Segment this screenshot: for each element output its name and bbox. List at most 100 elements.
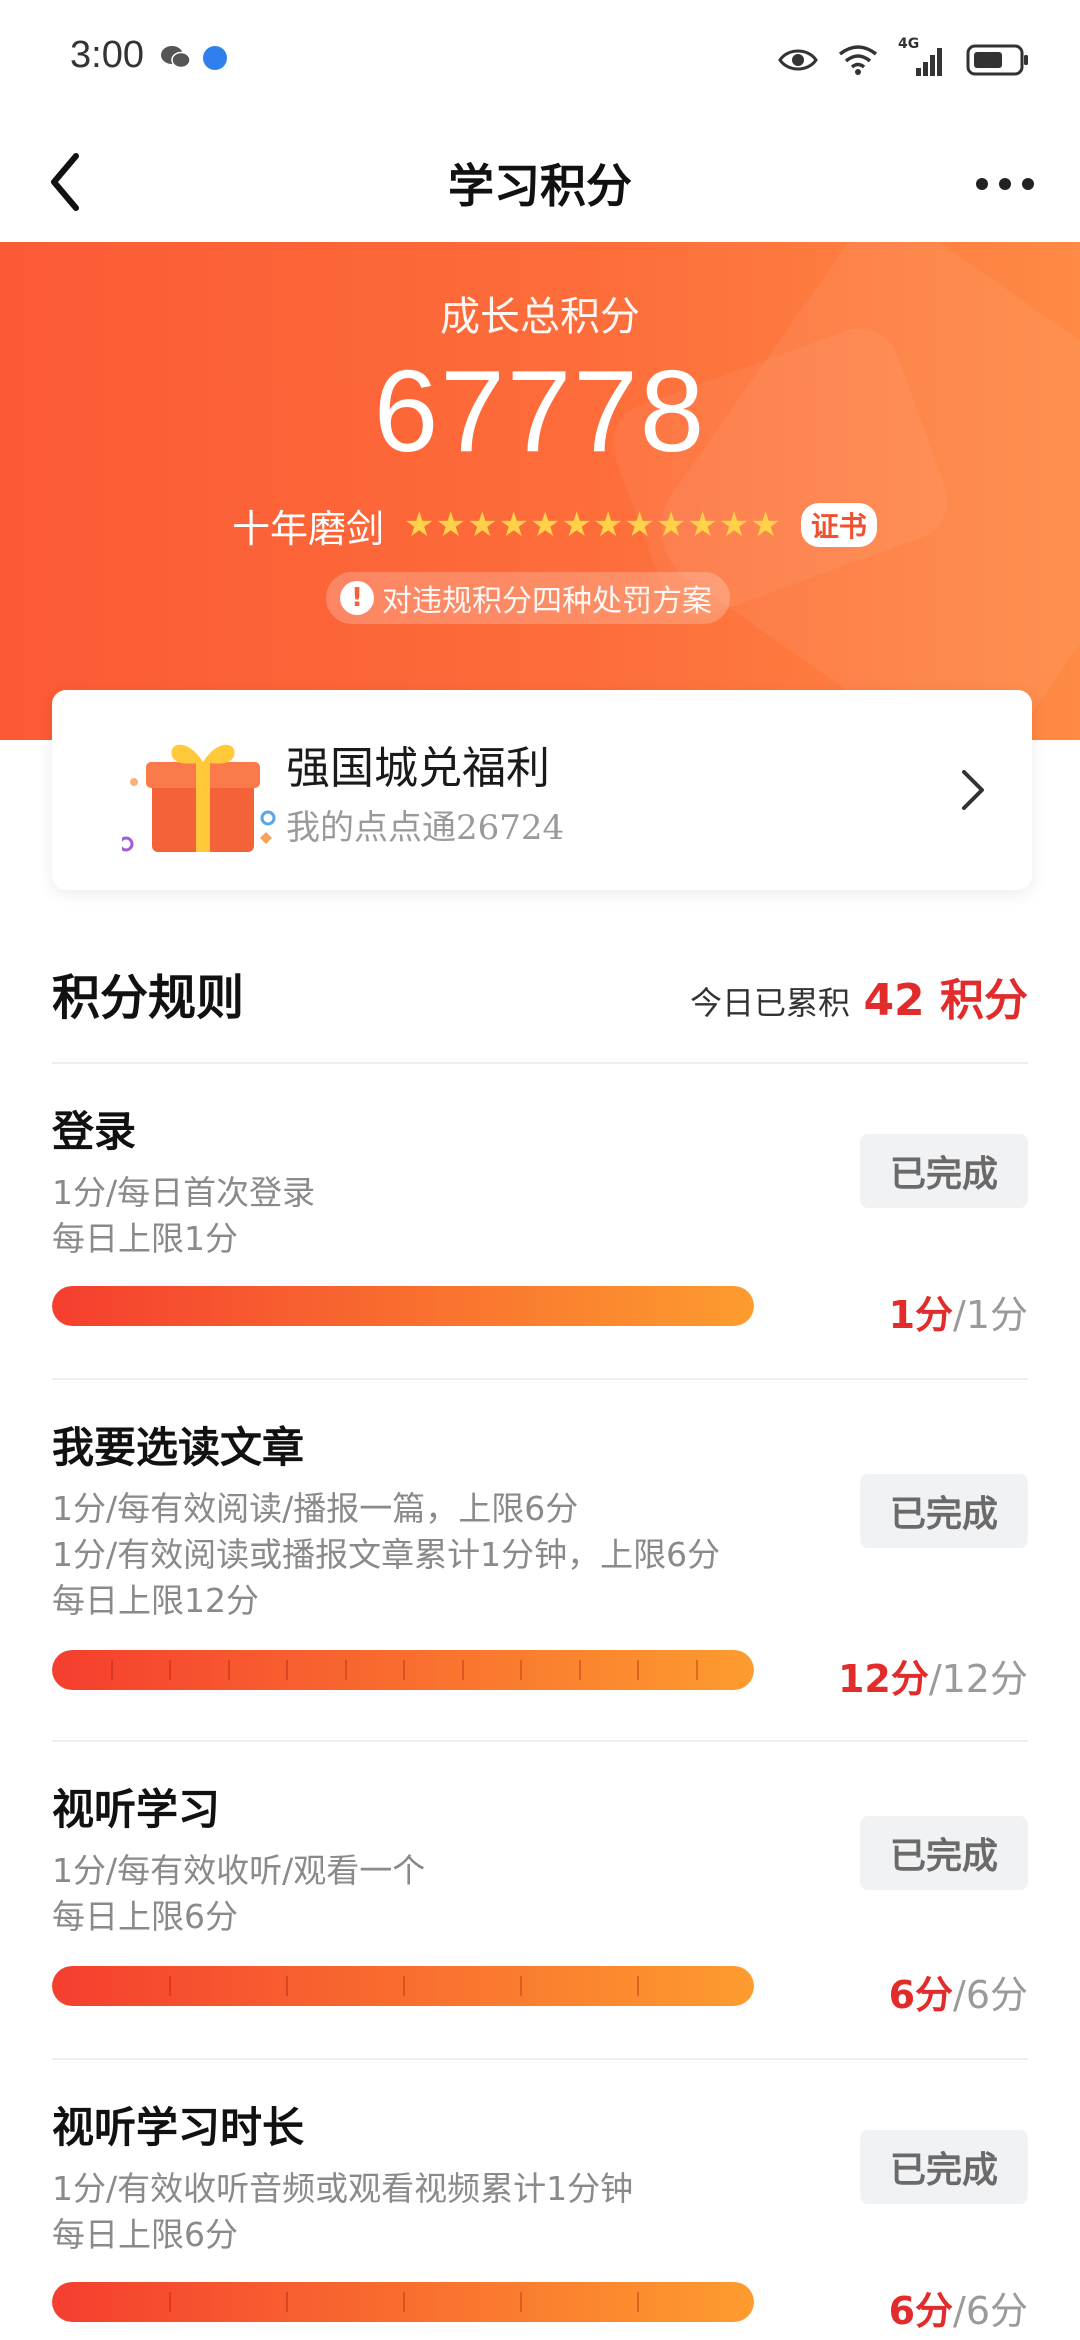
rules-header: 积分规则 今日已累积 42 积分 xyxy=(52,950,1028,1030)
progress-segment-tick xyxy=(286,1976,288,1996)
task-score: 12分/12分 xyxy=(838,1648,1028,1703)
star-icon: ★ xyxy=(529,505,561,545)
divider xyxy=(52,1062,1028,1064)
task-name: 登录 xyxy=(52,1107,137,1156)
today-points-label: 今日已累积 xyxy=(689,984,850,1022)
star-icon: ★ xyxy=(624,505,655,545)
points-limit: /6分 xyxy=(953,2289,1028,2333)
penalty-notice-text: 对违规积分四种处罚方案 xyxy=(382,584,712,619)
task-read-articles: 我要选读文章 1分/每有效阅读/播报一篇，上限6分 1分/有效阅读或播报文章累计… xyxy=(52,1414,1028,1714)
progress-segment-tick xyxy=(637,1660,639,1680)
task-status-button[interactable]: 已完成 xyxy=(860,2130,1028,2204)
star-icon: ★ xyxy=(404,505,435,545)
today-points-value: 42 积分 xyxy=(863,975,1028,1026)
task-progress-bar xyxy=(52,1966,754,2006)
star-icon: ★ xyxy=(655,505,687,545)
progress-segment-tick xyxy=(520,1976,522,1996)
progress-segment-tick xyxy=(169,1660,171,1680)
progress-segment-tick xyxy=(403,1660,405,1680)
eye-icon xyxy=(778,49,818,71)
status-time: 3:00 xyxy=(70,34,144,76)
task-audio-video: 视听学习 1分/每有效收听/观看一个 每日上限6分 已完成 6分/6分 xyxy=(52,1776,1028,2019)
progress-segment-tick xyxy=(403,1976,405,1996)
earned-points: 6分 xyxy=(888,1973,954,2017)
welfare-card[interactable]: 强国城兑福利 我的点点通26724 xyxy=(52,690,1032,890)
progress-segment-tick xyxy=(578,1660,581,1680)
more-options-button[interactable] xyxy=(960,146,1050,216)
progress-segment-tick xyxy=(637,1976,639,1996)
nav-bar: 学习积分 xyxy=(0,120,1080,242)
points-balance: 我的点点通26724 xyxy=(286,808,565,848)
task-progress-bar xyxy=(52,2282,754,2322)
task-status-button[interactable]: 已完成 xyxy=(860,1134,1028,1208)
star-icon: ★ xyxy=(592,505,624,545)
star-icon: ★ xyxy=(687,505,718,545)
battery-icon xyxy=(966,44,1028,76)
points-limit: /1分 xyxy=(953,1293,1028,1337)
divider xyxy=(52,1740,1028,1742)
rules-title: 积分规则 xyxy=(52,970,245,1026)
certificate-button[interactable]: 证书 xyxy=(800,503,877,547)
points-limit: /12分 xyxy=(928,1657,1028,1701)
task-status-button[interactable]: 已完成 xyxy=(860,1474,1028,1548)
star-icon: ★ xyxy=(750,505,781,545)
welfare-title: 强国城兑福利 xyxy=(286,743,550,794)
rank-name: 十年磨剑 xyxy=(232,506,385,551)
earned-points: 12分 xyxy=(837,1657,929,1701)
signal-icon: 4G xyxy=(898,36,946,80)
progress-segment-tick xyxy=(520,2292,522,2312)
warning-icon: ! xyxy=(340,581,374,615)
total-score-value: 67778 xyxy=(373,346,707,476)
task-desc-line: 1分/每有效阅读/播报一篇，上限6分 xyxy=(52,1489,579,1528)
earned-points: 6分 xyxy=(888,2289,954,2333)
wechat-icon xyxy=(161,46,191,69)
progress-segment-tick xyxy=(286,1660,288,1680)
task-progress-bar xyxy=(52,1286,754,1326)
task-score: 6分/6分 xyxy=(889,1964,1028,2019)
progress-segment-tick xyxy=(520,1660,522,1680)
divider xyxy=(52,1378,1028,1380)
star-icon: ★ xyxy=(561,505,592,545)
progress-segment-tick xyxy=(286,2292,288,2312)
progress-segment-tick xyxy=(461,1660,464,1680)
progress-segment-tick xyxy=(344,1660,347,1680)
task-desc-line: 每日上限1分 xyxy=(52,1219,238,1258)
earned-points: 1分 xyxy=(888,1293,954,1337)
app-notification-icon xyxy=(203,46,227,70)
status-icons: 4G xyxy=(778,36,1030,82)
wifi-icon xyxy=(838,45,878,75)
star-icon: ★ xyxy=(498,505,529,545)
rank-stars: ★ ★ ★ ★ ★ ★ ★ ★ ★ ★ ★ ★ xyxy=(404,508,781,542)
task-audio-video-duration: 视听学习时长 1分/有效收听音频或观看视频累计1分钟 每日上限6分 已完成 6分… xyxy=(52,2094,1028,2334)
star-icon: ★ xyxy=(718,505,750,545)
task-status-button[interactable]: 已完成 xyxy=(860,1816,1028,1890)
star-icon: ★ xyxy=(435,505,466,545)
task-desc-line: 每日上限6分 xyxy=(52,2215,238,2254)
chevron-right-icon xyxy=(962,770,984,810)
task-desc: 1分/每有效阅读/播报一篇，上限6分 1分/有效阅读或播报文章累计1分钟，上限6… xyxy=(52,1486,720,1624)
divider xyxy=(52,2058,1028,2060)
progress-segment-tick xyxy=(637,2292,639,2312)
progress-segment-tick xyxy=(227,1660,230,1680)
task-desc-line: 1分/每有效收听/观看一个 xyxy=(52,1851,426,1890)
task-desc-line: 1分/有效阅读或播报文章累计1分钟，上限6分 xyxy=(52,1535,721,1574)
task-login: 登录 1分/每日首次登录 每日上限1分 已完成 1分/1分 xyxy=(52,1098,1028,1338)
task-name: 视听学习时长 xyxy=(52,2103,305,2152)
task-score: 6分/6分 xyxy=(889,2280,1028,2335)
status-bar: 3:00 4G xyxy=(0,0,1080,120)
penalty-notice-link[interactable]: ! 对违规积分四种处罚方案 xyxy=(326,572,730,624)
score-header: 成长总积分 67778 十年磨剑 ★ ★ ★ ★ ★ ★ ★ ★ ★ ★ ★ ★ 证书 ! 对违规积分… xyxy=(0,242,1080,740)
task-progress-bar xyxy=(52,1650,754,1690)
task-desc: 1分/每有效收听/观看一个 每日上限6分 xyxy=(52,1848,425,1940)
task-desc-line: 1分/有效收听音频或观看视频累计1分钟 xyxy=(52,2169,634,2208)
task-name: 视听学习 xyxy=(52,1785,221,1834)
progress-segment-tick xyxy=(169,2292,171,2312)
total-score-label: 成长总积分 xyxy=(440,294,640,340)
progress-segment-tick xyxy=(695,1660,698,1680)
task-desc: 1分/有效收听音频或观看视频累计1分钟 每日上限6分 xyxy=(52,2166,633,2258)
task-desc-line: 每日上限6分 xyxy=(52,1897,238,1936)
task-desc: 1分/每日首次登录 每日上限1分 xyxy=(52,1170,315,1262)
progress-segment-tick xyxy=(403,2292,405,2312)
progress-segment-tick xyxy=(110,1660,113,1680)
task-desc-line: 每日上限12分 xyxy=(52,1581,259,1620)
